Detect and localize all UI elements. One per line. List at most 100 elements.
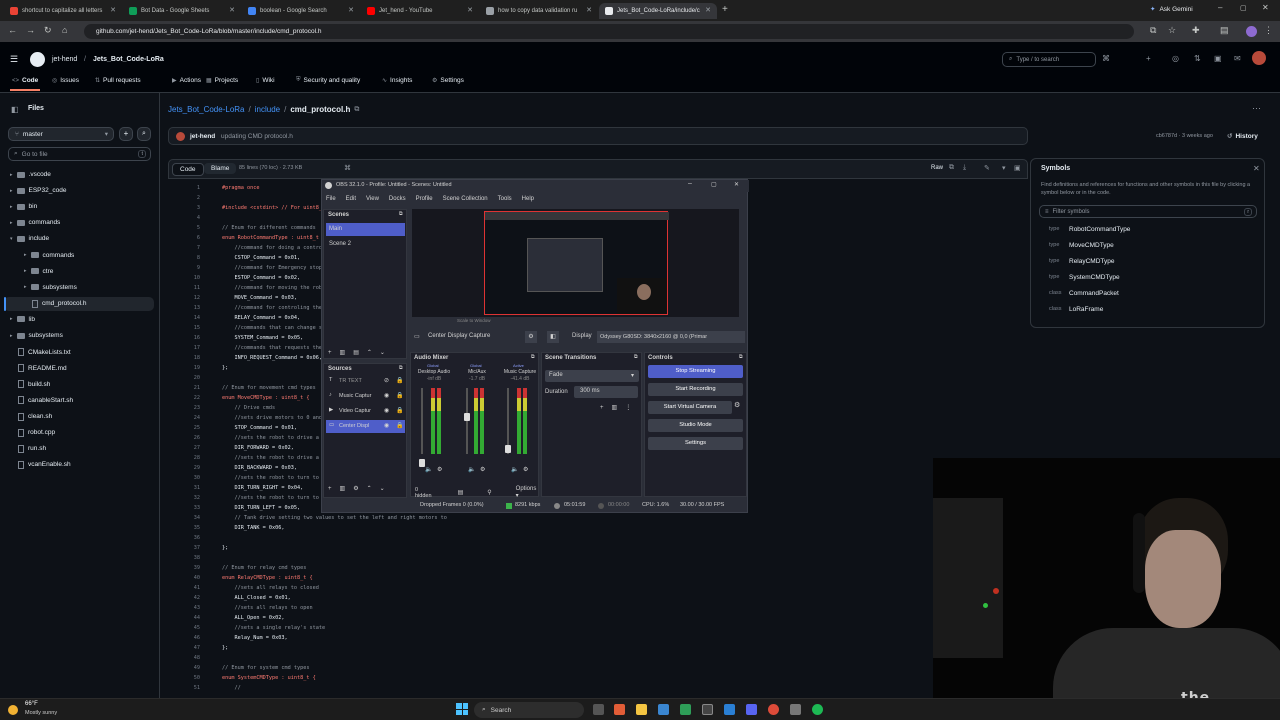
browser-tab[interactable]: shortcut to capitalize all letters ✕	[4, 3, 122, 19]
tree-file[interactable]: cmd_protocol.h	[24, 299, 86, 308]
download-icon[interactable]: ⤓	[963, 164, 966, 172]
user-avatar[interactable]	[1252, 51, 1266, 65]
source-item[interactable]: TR TEXT T ⊘ 🔒	[326, 375, 405, 388]
blame-tab[interactable]: Blame	[204, 163, 237, 174]
repo-tab-settings[interactable]: ⚙ Settings	[432, 77, 464, 84]
copy-path-icon[interactable]: ⧉	[354, 106, 359, 114]
obs-close-icon[interactable]: ✕	[734, 181, 739, 188]
line-number[interactable]: 30	[168, 473, 200, 483]
copy-raw-icon[interactable]: ⧉	[949, 164, 954, 172]
line-number[interactable]: 16	[168, 333, 200, 343]
reload-icon[interactable]: ↻	[44, 25, 52, 36]
obs-stop-streaming-button[interactable]: Stop Streaming	[648, 365, 743, 378]
scene-filters-icon[interactable]: ▤	[353, 349, 359, 356]
browser-tab[interactable]: Jet_hend - YouTube ✕	[361, 3, 479, 19]
repo-tab-code[interactable]: <> Code	[9, 77, 41, 91]
browser-tab[interactable]: Jets_Bot_Code-LoRa/include/c ✕	[599, 3, 717, 19]
tree-folder[interactable]: ▸ lib	[10, 316, 35, 323]
line-number[interactable]: 26	[168, 433, 200, 443]
dock-float-icon[interactable]: ⧉	[531, 354, 535, 360]
browser-tab[interactable]: Bot Data - Google Sheets ✕	[123, 3, 241, 19]
repo-tab-projects[interactable]: ▦ Projects	[206, 77, 238, 84]
sidepanel-icon[interactable]: ▤	[1220, 25, 1229, 36]
lock-icon[interactable]: 🔒	[396, 377, 403, 384]
profile-avatar[interactable]	[1246, 26, 1257, 37]
close-tab-icon[interactable]: ✕	[348, 6, 354, 14]
line-number[interactable]: 47	[168, 643, 200, 653]
volume-slider-track[interactable]	[466, 388, 468, 454]
close-icon[interactable]: ✕	[1253, 164, 1260, 173]
scene-item[interactable]: Scene 2	[326, 238, 405, 251]
pull-requests-icon[interactable]: ⇅	[1194, 54, 1201, 63]
close-tab-icon[interactable]: ✕	[586, 6, 592, 14]
bookmark-star-icon[interactable]: ☆	[1168, 25, 1176, 36]
commit-message[interactable]: updating CMD protocol.h	[221, 133, 293, 140]
line-number[interactable]: 32	[168, 493, 200, 503]
dock-float-icon[interactable]: ⧉	[739, 354, 743, 360]
source-properties-icon[interactable]: ⚙	[525, 331, 537, 343]
scene-item[interactable]: Main	[326, 223, 405, 236]
raw-button[interactable]: Raw	[931, 165, 943, 171]
dock-float-icon[interactable]: ⧉	[634, 354, 638, 360]
mute-speaker-icon[interactable]: 🔈	[468, 466, 475, 473]
line-number[interactable]: 44	[168, 613, 200, 623]
line-number[interactable]: 40	[168, 573, 200, 583]
forward-icon[interactable]: →	[26, 25, 35, 35]
repo-tab-actions[interactable]: ▶ Actions	[172, 77, 201, 84]
line-number[interactable]: 13	[168, 303, 200, 313]
line-number[interactable]: 11	[168, 283, 200, 293]
symbol-item[interactable]: class CommandPacket	[1049, 290, 1119, 297]
tree-file[interactable]: vcanEnable.sh	[10, 460, 71, 469]
obs-app-icon[interactable]	[702, 704, 713, 715]
remove-transition-icon[interactable]: ▥	[612, 404, 618, 411]
url-field[interactable]: github.com/jet-hend/Jets_Bot_Code-LoRa/b…	[84, 24, 1134, 39]
mixer-link-icon[interactable]: ⚲	[487, 489, 491, 496]
mute-speaker-icon[interactable]: 🔈	[511, 466, 518, 473]
line-number[interactable]: 23	[168, 403, 200, 413]
symbol-item[interactable]: type SystemCMDType	[1049, 274, 1120, 281]
filter-symbols-input[interactable]: ≡ Filter symbols r	[1039, 205, 1257, 218]
line-number[interactable]: 41	[168, 583, 200, 593]
line-number[interactable]: 24	[168, 413, 200, 423]
close-window-icon[interactable]: ✕	[1262, 3, 1269, 12]
repo-tab-issues[interactable]: ◎ Issues	[52, 77, 79, 84]
start-icon[interactable]	[456, 703, 468, 715]
more-icon[interactable]: ▾	[1002, 164, 1006, 172]
tree-folder[interactable]: ▸ .vscode	[10, 171, 51, 178]
move-up-icon[interactable]: ⌃	[367, 485, 372, 492]
repo-tab-security-and-quality[interactable]: ⛨ Security and quality	[296, 77, 360, 84]
symbols-toggle-icon[interactable]: ▣	[1014, 164, 1021, 172]
obs-studio-mode-button[interactable]: Studio Mode	[648, 419, 743, 432]
line-number[interactable]: 43	[168, 603, 200, 613]
tree-file[interactable]: CMakeLists.txt	[10, 348, 71, 357]
line-number[interactable]: 27	[168, 443, 200, 453]
search-files-icon[interactable]: ⌕	[137, 127, 151, 141]
move-down-icon[interactable]: ⌄	[380, 349, 385, 356]
line-number[interactable]: 3	[168, 203, 200, 213]
virtual-camera-settings-icon[interactable]: ⚙	[734, 401, 740, 409]
line-number[interactable]: 22	[168, 393, 200, 403]
remove-scene-icon[interactable]: ▥	[340, 349, 346, 356]
obs-maximize-icon[interactable]: ▢	[711, 181, 717, 188]
line-number[interactable]: 51	[168, 683, 200, 693]
close-tab-icon[interactable]: ✕	[705, 6, 711, 14]
line-number[interactable]: 1	[168, 183, 200, 193]
volume-slider-track[interactable]	[421, 388, 423, 454]
repo-tab-wiki[interactable]: ▯ Wiki	[256, 77, 275, 84]
edit-pencil-icon[interactable]: ✎	[984, 164, 990, 172]
line-number[interactable]: 25	[168, 423, 200, 433]
line-number[interactable]: 34	[168, 513, 200, 523]
lock-icon[interactable]: 🔒	[396, 392, 403, 399]
duration-spinbox[interactable]: 300 ms	[574, 386, 638, 398]
repo-tab-insights[interactable]: ∿ Insights	[382, 77, 412, 84]
line-number[interactable]: 5	[168, 223, 200, 233]
obs-menu-edit[interactable]: Edit	[346, 196, 356, 202]
history-button[interactable]: ↺ History	[1227, 132, 1258, 141]
taskbar-search[interactable]: ⌕ Search	[474, 702, 584, 718]
commit-author[interactable]: jet-hend	[190, 133, 215, 140]
line-number[interactable]: 37	[168, 543, 200, 553]
tree-file[interactable]: README.md	[10, 364, 67, 373]
line-number[interactable]: 35	[168, 523, 200, 533]
tree-file[interactable]: clean.sh	[10, 412, 52, 421]
lock-icon[interactable]: 🔒	[396, 422, 403, 429]
